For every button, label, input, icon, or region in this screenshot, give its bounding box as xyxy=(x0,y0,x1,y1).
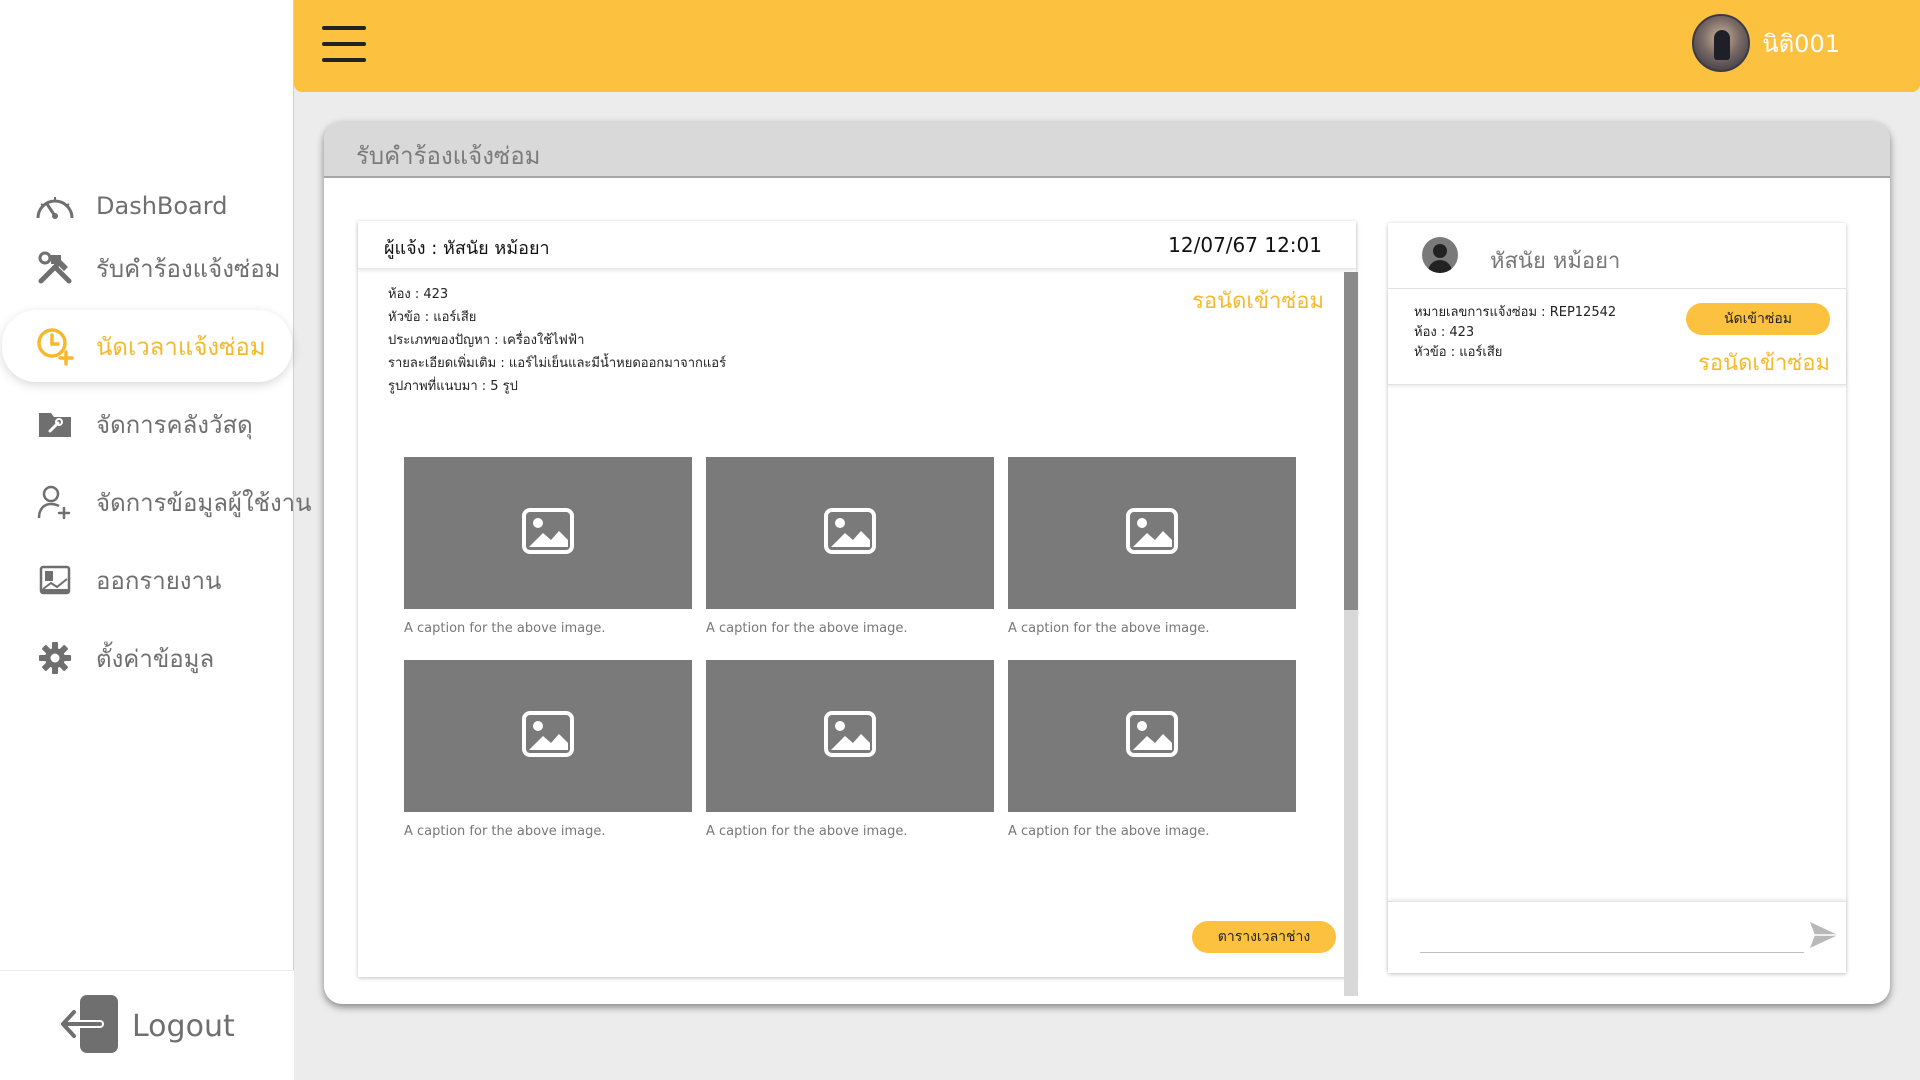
image-placeholder xyxy=(706,660,994,812)
logout-label: Logout xyxy=(132,1008,235,1044)
image-icon xyxy=(521,710,575,762)
image-caption: A caption for the above image. xyxy=(706,824,908,839)
gallery-item[interactable]: A caption for the above image. xyxy=(706,457,994,636)
report-datetime: 12/07/67 12:01 xyxy=(1168,233,1322,257)
menu-hamburger-icon[interactable] xyxy=(322,26,366,62)
sidebar-item-label: DashBoard xyxy=(96,192,228,220)
folder-wrench-icon xyxy=(34,403,76,445)
detail-room: ห้อง : 423 xyxy=(388,287,449,302)
detail-attachments: รูปภาพที่แนบมา : 5 รูป xyxy=(388,379,518,394)
ticket-summary: หมายเลขการแจ้งซ่อม : REP12542 ห้อง : 423… xyxy=(1388,289,1846,385)
image-icon xyxy=(823,710,877,762)
sidebar-item-reports[interactable]: ออกรายงาน xyxy=(0,544,294,616)
report-details: ห้อง : 423 หัวข้อ : แอร์เสีย ประเภทของปั… xyxy=(388,283,726,398)
gear-icon xyxy=(34,637,76,679)
image-placeholder xyxy=(404,457,692,609)
ticket-status-badge: รอนัดเข้าซ่อม xyxy=(1698,351,1830,376)
image-placeholder xyxy=(1008,457,1296,609)
image-icon xyxy=(823,507,877,559)
technician-schedule-button[interactable]: ตารางเวลาช่าง xyxy=(1192,921,1336,953)
sidebar-item-repair-requests[interactable]: รับคำร้องแจ้งซ่อม xyxy=(0,232,294,304)
dashboard-gauge-icon xyxy=(34,185,76,227)
ticket-info: หมายเลขการแจ้งซ่อม : REP12542 ห้อง : 423… xyxy=(1414,303,1616,363)
logout-button[interactable]: Logout xyxy=(58,993,235,1059)
sidebar-item-label: รับคำร้องแจ้งซ่อม xyxy=(96,254,281,283)
image-icon xyxy=(1125,507,1179,559)
ticket-room: ห้อง : 423 xyxy=(1414,325,1475,340)
sidebar-item-label: นัดเวลาแจ้งซ่อม xyxy=(96,332,266,361)
gallery-item[interactable]: A caption for the above image. xyxy=(1008,457,1296,636)
sidebar-item-settings[interactable]: ตั้งค่าข้อมูล xyxy=(0,622,294,694)
image-caption: A caption for the above image. xyxy=(1008,621,1210,636)
message-input[interactable] xyxy=(1420,952,1804,953)
gallery-item[interactable]: A caption for the above image. xyxy=(404,660,692,839)
sidebar: DashBoard รับคำร้องแจ้งซ่อม นัดเวลาแจ้งซ… xyxy=(0,0,312,1080)
tools-icon xyxy=(34,247,76,289)
repair-report-card: ผู้แจ้ง : หัสนัย หม้อยา 12/07/67 12:01 ร… xyxy=(358,221,1356,977)
sidebar-item-label: จัดการคลังวัสดุ xyxy=(96,410,253,439)
status-badge: รอนัดเข้าซ่อม xyxy=(1192,289,1324,314)
appoint-repair-button[interactable]: นัดเข้าซ่อม xyxy=(1686,303,1830,335)
report-header: ผู้แจ้ง : หัสนัย หม้อยา 12/07/67 12:01 xyxy=(358,221,1356,269)
image-caption: A caption for the above image. xyxy=(404,824,606,839)
detail-topic: หัวข้อ : แอร์เสีย xyxy=(388,310,477,325)
chat-contact-name: หัสนัย หม้อยา xyxy=(1490,249,1621,274)
chat-input-area xyxy=(1388,901,1846,973)
report-scrollbar[interactable] xyxy=(1344,272,1358,996)
detail-description: รายละเอียดเพิ่มเติม : แอร์ไม่เย็นและมีน้… xyxy=(388,356,727,371)
ticket-topic: หัวข้อ : แอร์เสีย xyxy=(1414,345,1503,360)
scrollbar-thumb[interactable] xyxy=(1344,272,1358,610)
user-profile[interactable]: นิติ001 xyxy=(1692,14,1840,72)
top-bar: นิติ001 xyxy=(294,0,1920,92)
image-placeholder xyxy=(1008,660,1296,812)
logout-area: Logout xyxy=(0,970,294,1080)
logout-icon xyxy=(58,993,122,1059)
username: นิติ001 xyxy=(1762,29,1840,58)
page-title: รับคำร้องแจ้งซ่อม xyxy=(356,142,541,170)
sidebar-item-inventory[interactable]: จัดการคลังวัสดุ xyxy=(0,388,294,460)
image-caption: A caption for the above image. xyxy=(404,621,606,636)
image-placeholder xyxy=(404,660,692,812)
report-icon xyxy=(34,559,76,601)
gallery-item[interactable]: A caption for the above image. xyxy=(706,660,994,839)
sidebar-item-users[interactable]: จัดการข้อมูลผู้ใช้งาน xyxy=(0,466,312,538)
user-avatar-icon xyxy=(1422,237,1458,273)
detail-problem-type: ประเภทของปัญหา : เครื่องใช้ไฟฟ้า xyxy=(388,333,585,348)
image-caption: A caption for the above image. xyxy=(706,621,908,636)
panel-header: รับคำร้องแจ้งซ่อม xyxy=(324,122,1890,178)
image-icon xyxy=(521,507,575,559)
sidebar-item-label: ออกรายงาน xyxy=(96,566,222,595)
sidebar-item-label: จัดการข้อมูลผู้ใช้งาน xyxy=(96,488,312,517)
chat-panel: หัสนัย หม้อยา หมายเลขการแจ้งซ่อม : REP12… xyxy=(1388,223,1846,973)
ticket-number: หมายเลขการแจ้งซ่อม : REP12542 xyxy=(1414,305,1617,320)
avatar xyxy=(1692,14,1751,72)
image-icon xyxy=(1125,710,1179,762)
gallery-item[interactable]: A caption for the above image. xyxy=(1008,660,1296,839)
image-placeholder xyxy=(706,457,994,609)
sidebar-item-label: ตั้งค่าข้อมูล xyxy=(96,644,215,673)
gallery-item[interactable]: A caption for the above image. xyxy=(404,457,692,636)
user-plus-icon xyxy=(34,481,76,523)
chat-header: หัสนัย หม้อยา xyxy=(1388,223,1846,289)
reporter-name: ผู้แจ้ง : หัสนัย หม้อยา xyxy=(384,238,550,259)
clock-plus-icon xyxy=(34,325,76,367)
sidebar-item-repair-schedule[interactable]: นัดเวลาแจ้งซ่อม xyxy=(2,310,292,382)
image-caption: A caption for the above image. xyxy=(1008,824,1210,839)
send-icon[interactable] xyxy=(1808,920,1840,954)
